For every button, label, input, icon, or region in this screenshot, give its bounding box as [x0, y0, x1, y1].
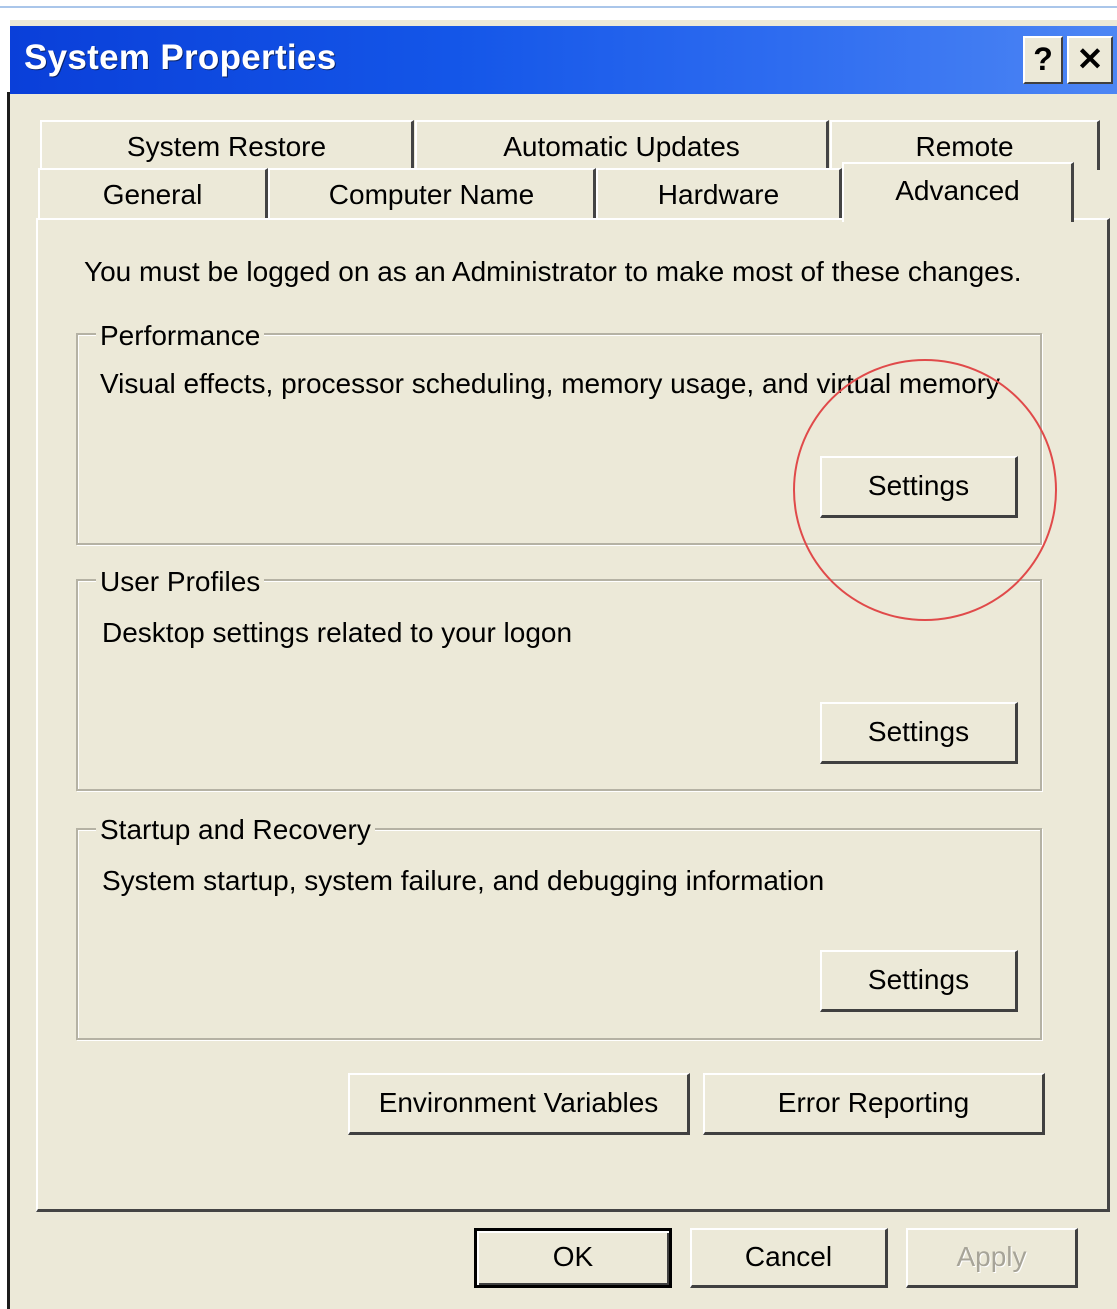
startup-recovery-group-title: Startup and Recovery	[96, 814, 375, 846]
admin-note: You must be logged on as an Administrato…	[84, 256, 1022, 287]
ok-button[interactable]: OK	[474, 1228, 672, 1288]
tab-label: Computer Name	[328, 179, 535, 210]
user-profiles-description: Desktop settings related to your logon	[102, 617, 573, 648]
tab-label: Advanced	[895, 175, 1020, 206]
performance-group-title: Performance	[96, 320, 265, 352]
tab-label: System Restore	[126, 131, 327, 162]
window-title: System Properties	[24, 38, 337, 77]
tab-label: Automatic Updates	[503, 131, 740, 162]
tab-advanced[interactable]: Advanced	[842, 162, 1074, 222]
performance-description: Visual effects, processor scheduling, me…	[100, 368, 1001, 399]
tab-label: Hardware	[657, 179, 780, 210]
close-icon: ✕	[1076, 41, 1104, 77]
cancel-button[interactable]: Cancel	[690, 1228, 888, 1288]
help-button[interactable]: ?	[1023, 36, 1063, 84]
startup-recovery-settings-button[interactable]: Settings	[820, 950, 1018, 1012]
user-profiles-group-title: User Profiles	[96, 566, 265, 598]
apply-button[interactable]: Apply	[906, 1228, 1078, 1288]
startup-recovery-description: System startup, system failure, and debu…	[102, 865, 825, 896]
tab-hardware[interactable]: Hardware	[596, 168, 842, 218]
tab-computer-name[interactable]: Computer Name	[268, 168, 596, 218]
user-profiles-settings-button[interactable]: Settings	[820, 702, 1018, 764]
tab-general[interactable]: General	[38, 168, 268, 218]
environment-variables-button[interactable]: Environment Variables	[348, 1073, 690, 1135]
close-button[interactable]: ✕	[1067, 36, 1113, 84]
tab-system-restore[interactable]: System Restore	[40, 120, 414, 170]
tab-label: General	[102, 179, 203, 210]
tab-automatic-updates[interactable]: Automatic Updates	[415, 120, 829, 170]
title-bar[interactable]: System Properties ? ✕	[10, 26, 1117, 94]
error-reporting-button[interactable]: Error Reporting	[703, 1073, 1045, 1135]
page-top-strip	[0, 0, 1117, 8]
performance-settings-button[interactable]: Settings	[820, 456, 1018, 518]
